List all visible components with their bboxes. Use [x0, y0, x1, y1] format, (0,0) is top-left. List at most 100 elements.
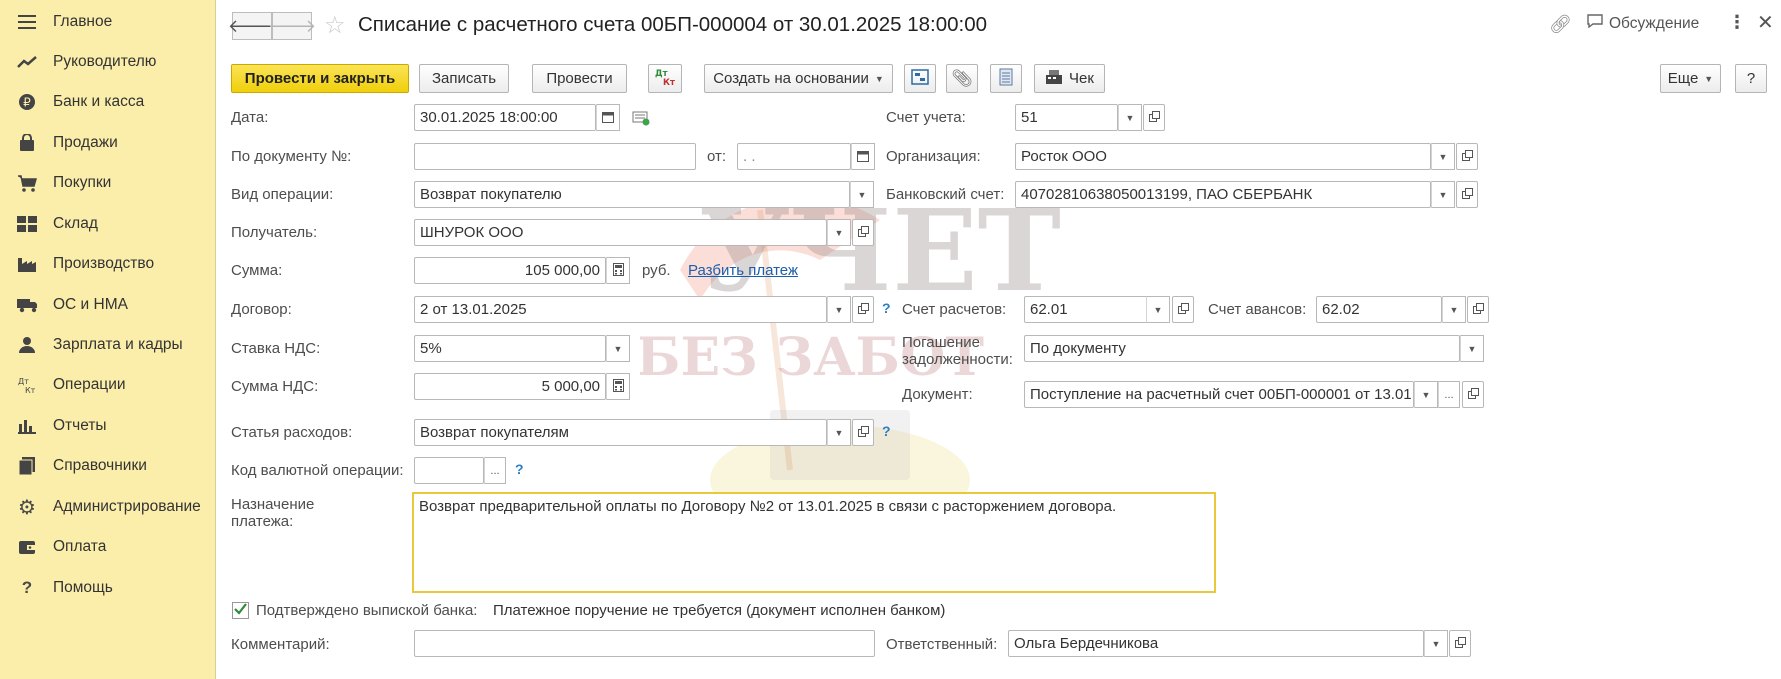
contract-dropdown[interactable]: ▼ — [827, 296, 851, 323]
contract-help-icon[interactable]: ? — [882, 300, 891, 316]
bank-account-open-button[interactable] — [1456, 181, 1478, 208]
responsible-field[interactable]: Ольга Бердечникова — [1008, 630, 1424, 657]
currency-op-select-button[interactable]: ... — [484, 457, 506, 484]
calculator-button[interactable] — [606, 373, 630, 400]
save-button[interactable]: Записать — [419, 64, 509, 93]
post-button[interactable]: Провести — [532, 64, 627, 93]
sidebar-item-main[interactable]: Главное — [0, 4, 216, 40]
sidebar-item-payment[interactable]: Оплата — [0, 529, 216, 565]
advance-account-label: Счет авансов: — [1208, 301, 1307, 318]
recipient-dropdown[interactable]: ▼ — [827, 219, 851, 246]
calendar-button[interactable] — [596, 104, 620, 131]
vat-sum-field[interactable]: 5 000,00 — [414, 373, 606, 400]
link-button[interactable]: 🔗︎ — [1549, 14, 1572, 35]
advance-account-dropdown[interactable]: ▼ — [1442, 296, 1466, 323]
forward-button[interactable]: 🡒 — [268, 12, 316, 40]
close-icon[interactable]: ✕ — [1757, 10, 1774, 35]
sidebar-item-help[interactable]: ? Помощь — [0, 570, 216, 606]
open-window-icon — [1472, 301, 1484, 318]
discussion-button[interactable]: Обсуждение — [1587, 14, 1699, 33]
more-menu-icon[interactable]: ⋮ — [1728, 12, 1746, 33]
operation-type-dropdown[interactable]: ▼ — [850, 181, 874, 208]
from-date-field[interactable]: . . — [737, 143, 851, 170]
sidebar-item-purchases[interactable]: Покупки — [0, 165, 216, 201]
account-open-button[interactable] — [1143, 104, 1165, 131]
sidebar-item-salary[interactable]: Зарплата и кадры — [0, 327, 216, 363]
sum-field[interactable]: 105 000,00 — [414, 257, 606, 284]
dt-kt-button[interactable]: Дт Кт — [648, 64, 682, 93]
settlement-account-open-button[interactable] — [1172, 296, 1194, 323]
favorite-star-icon[interactable]: ☆ — [324, 11, 346, 40]
organization-field[interactable]: Росток ООО — [1015, 143, 1431, 170]
post-and-close-button[interactable]: Провести и закрыть — [231, 64, 409, 93]
expense-help-icon[interactable]: ? — [882, 423, 891, 439]
sidebar-item-production[interactable]: Производство — [0, 246, 216, 282]
sidebar-item-sales[interactable]: Продажи — [0, 125, 216, 161]
document-open-button[interactable] — [1462, 381, 1484, 408]
responsible-dropdown[interactable]: ▼ — [1424, 630, 1448, 657]
expense-item-dropdown[interactable]: ▼ — [827, 419, 851, 446]
document-select-button[interactable]: ... — [1438, 381, 1460, 408]
menu-icon — [17, 12, 37, 32]
account-dropdown[interactable]: ▼ — [1118, 104, 1142, 131]
advance-account-field[interactable]: 62.02 — [1316, 296, 1442, 323]
recipient-open-button[interactable] — [852, 219, 874, 246]
bank-account-dropdown[interactable]: ▼ — [1431, 181, 1455, 208]
repayment-dropdown[interactable]: ▼ — [1460, 335, 1484, 362]
sidebar-item-bank[interactable]: ₽ Банк и касса — [0, 84, 216, 120]
recipient-field[interactable]: ШНУРОК ООО — [414, 219, 827, 246]
responsible-open-button[interactable] — [1449, 630, 1471, 657]
sidebar-item-directories[interactable]: Справочники — [0, 448, 216, 484]
operation-type-select[interactable]: Возврат покупателю — [414, 181, 850, 208]
chevron-down-icon: ▼ — [613, 343, 623, 354]
comment-field[interactable] — [414, 630, 875, 657]
organization-label: Организация: — [886, 148, 981, 165]
repayment-select[interactable]: По документу — [1024, 335, 1460, 362]
split-payment-link[interactable]: Разбить платеж — [688, 262, 798, 279]
contract-field[interactable]: 2 от 13.01.2025 — [414, 296, 827, 323]
currency-op-field[interactable] — [414, 457, 484, 484]
expense-item-label: Статья расходов: — [231, 424, 353, 441]
currency-op-help-icon[interactable]: ? — [515, 461, 524, 477]
document-field[interactable]: Поступление на расчетный счет 00БП-00000… — [1024, 381, 1414, 408]
sidebar-item-assets[interactable]: ОС и НМА — [0, 287, 216, 323]
sidebar-item-label: Помощь — [53, 579, 113, 596]
attachments-button[interactable]: 📎︎ — [946, 64, 978, 93]
payment-purpose-textarea[interactable]: Возврат предварительной оплаты по Догово… — [412, 492, 1216, 593]
help-button[interactable]: ? — [1735, 64, 1767, 93]
doc-number-field[interactable] — [414, 143, 696, 170]
expense-item-field[interactable]: Возврат покупателям — [414, 419, 827, 446]
organization-open-button[interactable] — [1456, 143, 1478, 170]
date-field[interactable]: 30.01.2025 18:00:00 — [414, 104, 596, 131]
advance-account-open-button[interactable] — [1467, 296, 1489, 323]
bank-account-field[interactable]: 40702810638050013199, ПАО СБЕРБАНК — [1015, 181, 1431, 208]
account-field[interactable]: 51 — [1015, 104, 1118, 131]
calendar-button[interactable] — [851, 143, 875, 170]
structure-button[interactable] — [904, 64, 936, 93]
sidebar-item-operations[interactable]: Дт Кт Операции — [0, 367, 216, 403]
back-button[interactable]: 🡐 — [228, 12, 276, 40]
settlement-account-dropdown[interactable]: ▼ — [1146, 296, 1170, 323]
more-button[interactable]: Еще ▼ — [1660, 64, 1721, 93]
create-based-on-button[interactable]: Создать на основании ▼ — [704, 64, 893, 93]
organization-dropdown[interactable]: ▼ — [1431, 143, 1455, 170]
sidebar-item-reports[interactable]: Отчеты — [0, 408, 216, 444]
sidebar-item-label: Покупки — [53, 174, 112, 191]
document-history-icon[interactable] — [632, 110, 650, 130]
calculator-button[interactable] — [606, 257, 630, 284]
create-based-on-label: Создать на основании — [713, 70, 869, 87]
bank-confirmed-checkbox[interactable] — [232, 602, 249, 619]
contract-open-button[interactable] — [852, 296, 874, 323]
receipt-button[interactable]: Чек — [1034, 64, 1105, 93]
expense-item-open-button[interactable] — [852, 419, 874, 446]
settlement-account-field[interactable]: 62.01 — [1024, 296, 1158, 323]
from-date-label: от: — [707, 148, 727, 165]
print-button[interactable] — [990, 64, 1022, 93]
sidebar-item-manager[interactable]: Руководителю — [0, 44, 216, 80]
sidebar-item-admin[interactable]: ⚙ Администрирование — [0, 489, 216, 525]
sidebar-item-warehouse[interactable]: Склад — [0, 206, 216, 242]
sidebar-item-label: Справочники — [53, 457, 147, 474]
vat-rate-select[interactable]: 5% — [414, 335, 606, 362]
document-dropdown[interactable]: ▼ — [1414, 381, 1438, 408]
vat-rate-dropdown[interactable]: ▼ — [606, 335, 630, 362]
